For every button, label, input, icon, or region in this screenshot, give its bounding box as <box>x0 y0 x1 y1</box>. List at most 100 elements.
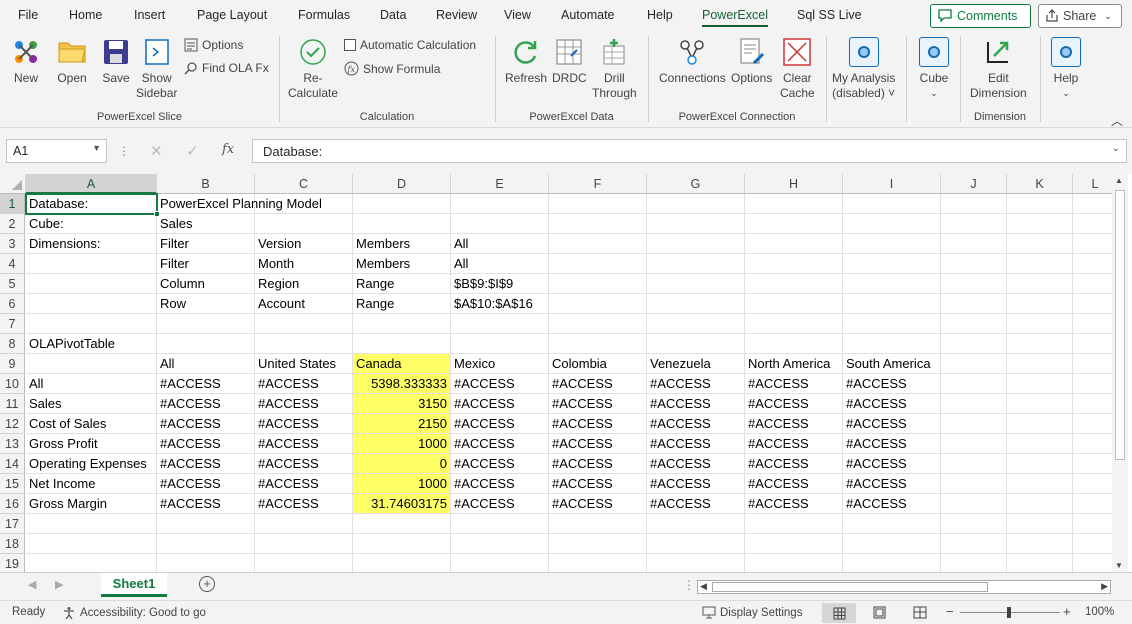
row-header-6[interactable]: 6 <box>0 294 25 314</box>
cell-d15[interactable]: 1000 <box>353 474 451 494</box>
formula-input[interactable]: Database: ⌄ <box>252 139 1127 163</box>
cell-a18[interactable] <box>26 534 157 554</box>
cell-d1[interactable] <box>353 194 451 214</box>
cell-a14[interactable]: Operating Expenses <box>26 454 157 474</box>
cell-j12[interactable] <box>941 414 1007 434</box>
cell-e5[interactable]: $B$9:$I$9 <box>451 274 549 294</box>
cell-a12[interactable]: Cost of Sales <box>26 414 157 434</box>
scroll-left-icon[interactable]: ◀ <box>700 581 707 592</box>
cell-c7[interactable] <box>255 314 353 334</box>
spreadsheet-grid[interactable]: A B C D E F G H I J K L 1 Database: PowerExcel Plannin… <box>0 174 1132 572</box>
tab-data[interactable]: Data <box>380 8 406 22</box>
cell-d13[interactable]: 1000 <box>353 434 451 454</box>
cell-h6[interactable] <box>745 294 843 314</box>
cell-i18[interactable] <box>843 534 941 554</box>
page-break-view-icon[interactable] <box>913 606 927 622</box>
cell-c9[interactable]: United States <box>255 354 353 374</box>
accessibility-status[interactable]: Accessibility: Good to go <box>62 606 206 620</box>
cell-i16[interactable]: #ACCESS <box>843 494 941 514</box>
cell-e19[interactable] <box>451 554 549 572</box>
connection-options-button[interactable]: Options <box>731 36 772 86</box>
cell-j10[interactable] <box>941 374 1007 394</box>
cell-f17[interactable] <box>549 514 647 534</box>
cell-j2[interactable] <box>941 214 1007 234</box>
scroll-sheets-right-icon[interactable]: ▶ <box>55 578 63 591</box>
scroll-right-icon[interactable]: ▶ <box>1101 581 1108 592</box>
cell-g15[interactable]: #ACCESS <box>647 474 745 494</box>
display-settings-button[interactable]: Display Settings <box>702 606 802 619</box>
cell-d14[interactable]: 0 <box>353 454 451 474</box>
vertical-scroll-thumb[interactable] <box>1115 190 1125 460</box>
cell-e12[interactable]: #ACCESS <box>451 414 549 434</box>
cell-i10[interactable]: #ACCESS <box>843 374 941 394</box>
cell-a16[interactable]: Gross Margin <box>26 494 157 514</box>
cell-g18[interactable] <box>647 534 745 554</box>
add-sheet-icon[interactable]: + <box>199 576 215 592</box>
cell-g2[interactable] <box>647 214 745 234</box>
cell-i13[interactable]: #ACCESS <box>843 434 941 454</box>
cell-f1[interactable] <box>549 194 647 214</box>
cell-b1[interactable]: PowerExcel Planning Model <box>157 194 322 214</box>
cell-k2[interactable] <box>1007 214 1073 234</box>
page-layout-view-icon[interactable] <box>873 606 886 622</box>
edit-dimension-button[interactable]: Edit Dimension <box>970 36 1027 101</box>
cell-g19[interactable] <box>647 554 745 572</box>
row-header-3[interactable]: 3 <box>0 234 25 254</box>
cell-f15[interactable]: #ACCESS <box>549 474 647 494</box>
cell-i9[interactable]: South America <box>843 354 941 374</box>
row-header-16[interactable]: 16 <box>0 494 25 514</box>
row-header-2[interactable]: 2 <box>0 214 25 234</box>
sheet-tab-sheet1[interactable]: Sheet1 <box>101 573 167 597</box>
cell-d12[interactable]: 2150 <box>353 414 451 434</box>
open-button[interactable]: Open <box>56 36 88 86</box>
cell-h11[interactable]: #ACCESS <box>745 394 843 414</box>
scroll-up-icon[interactable]: ▲ <box>1115 176 1123 185</box>
cell-d2[interactable] <box>353 214 451 234</box>
tab-view[interactable]: View <box>504 8 531 22</box>
cell-g10[interactable]: #ACCESS <box>647 374 745 394</box>
tab-formulas[interactable]: Formulas <box>298 8 350 22</box>
cell-j1[interactable] <box>941 194 1007 214</box>
show-sidebar-button[interactable]: Show Sidebar <box>136 36 177 101</box>
column-header-b[interactable]: B <box>157 174 255 194</box>
cell-k4[interactable] <box>1007 254 1073 274</box>
cell-b15[interactable]: #ACCESS <box>157 474 255 494</box>
cell-b7[interactable] <box>157 314 255 334</box>
cell-g12[interactable]: #ACCESS <box>647 414 745 434</box>
cell-e15[interactable]: #ACCESS <box>451 474 549 494</box>
cell-b3[interactable]: Filter <box>157 234 255 254</box>
cell-h5[interactable] <box>745 274 843 294</box>
enter-check-icon[interactable]: ✓ <box>186 142 199 160</box>
cell-i1[interactable] <box>843 194 941 214</box>
row-header-11[interactable]: 11 <box>0 394 25 414</box>
cell-h16[interactable]: #ACCESS <box>745 494 843 514</box>
cell-c14[interactable]: #ACCESS <box>255 454 353 474</box>
cell-k12[interactable] <box>1007 414 1073 434</box>
cell-i6[interactable] <box>843 294 941 314</box>
normal-view-icon[interactable] <box>822 603 856 623</box>
vertical-scrollbar[interactable]: ▲ ▼ <box>1112 174 1128 572</box>
cell-j7[interactable] <box>941 314 1007 334</box>
cell-j17[interactable] <box>941 514 1007 534</box>
cell-e6[interactable]: $A$10:$A$16 <box>451 294 549 314</box>
cell-d7[interactable] <box>353 314 451 334</box>
cell-j11[interactable] <box>941 394 1007 414</box>
cell-e9[interactable]: Mexico <box>451 354 549 374</box>
name-box[interactable]: A1 ▼ <box>6 139 107 163</box>
cell-b17[interactable] <box>157 514 255 534</box>
cell-j5[interactable] <box>941 274 1007 294</box>
tab-home[interactable]: Home <box>69 8 102 22</box>
cell-c12[interactable]: #ACCESS <box>255 414 353 434</box>
cell-j3[interactable] <box>941 234 1007 254</box>
zoom-in-icon[interactable]: + <box>1063 604 1071 619</box>
cell-j16[interactable] <box>941 494 1007 514</box>
cell-g1[interactable] <box>647 194 745 214</box>
cell-a17[interactable] <box>26 514 157 534</box>
cell-j4[interactable] <box>941 254 1007 274</box>
cell-b11[interactable]: #ACCESS <box>157 394 255 414</box>
column-header-k[interactable]: K <box>1007 174 1073 194</box>
chevron-down-icon[interactable]: ▼ <box>92 143 101 153</box>
cell-j13[interactable] <box>941 434 1007 454</box>
cell-i17[interactable] <box>843 514 941 534</box>
cell-g13[interactable]: #ACCESS <box>647 434 745 454</box>
